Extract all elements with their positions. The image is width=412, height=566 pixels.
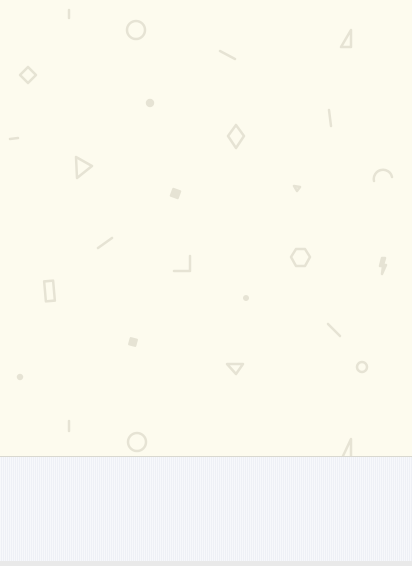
pattern-background (0, 0, 412, 456)
pattern-fill (0, 0, 412, 456)
bottom-strip (0, 561, 412, 566)
dot-shape (242, 294, 250, 302)
square-shape (169, 187, 182, 200)
app-screen (0, 0, 412, 566)
bottom-panel (0, 457, 412, 561)
doodle-pattern (0, 0, 412, 456)
square-shape (128, 337, 138, 347)
dot-shape (16, 373, 24, 381)
dot-shape (145, 98, 155, 108)
line-shape (8, 136, 20, 141)
